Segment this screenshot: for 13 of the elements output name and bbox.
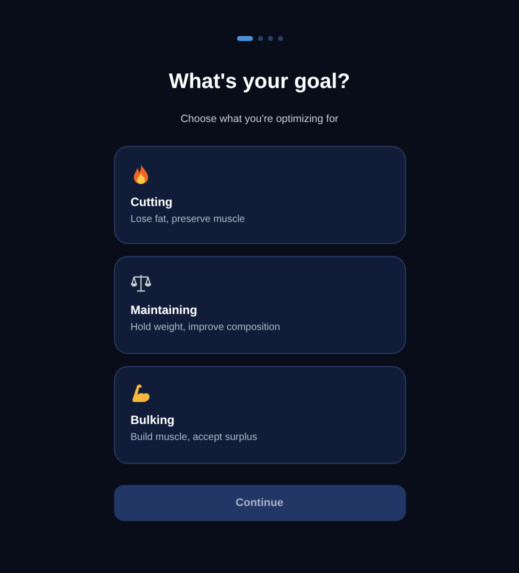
page-title: What's your goal? [168,69,350,95]
goal-option-card[interactable]: Maintaining Hold weight, improve composition [114,256,406,354]
option-title: Cutting [130,194,174,210]
option-description: Build muscle, accept surplus [130,431,258,444]
option-title: Bulking [130,412,176,428]
option-description: Lose fat, preserve muscle [130,213,246,226]
option-description: Hold weight, improve composition [130,321,282,334]
goal-option-card[interactable]: Cutting Lose fat, preserve muscle [114,146,406,244]
goal-option-card[interactable]: Bulking Build muscle, accept surplus [114,366,406,464]
flexed-arm-icon [130,383,150,403]
subtitle: Choose what you're optimizing for [180,112,338,126]
option-title: Maintaining [130,302,198,318]
scale-icon [130,273,150,293]
